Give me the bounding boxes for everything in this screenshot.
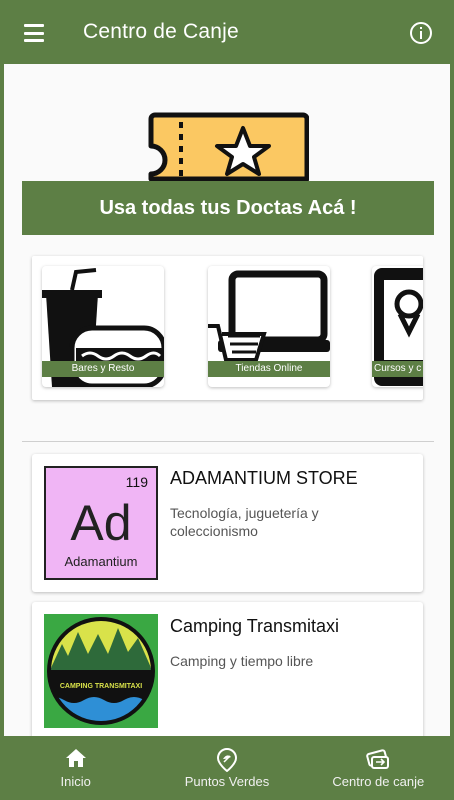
category-bares-resto[interactable]: Bares y Resto (42, 266, 164, 387)
store-description: Tecnología, juguetería y coleccionismo (170, 505, 319, 539)
page-title: Centro de Canje (83, 20, 239, 43)
exchange-icon (366, 749, 390, 769)
app-bar: Centro de Canje (0, 0, 454, 64)
nav-puntos-verdes[interactable]: Puntos Verdes (151, 736, 302, 800)
map-pin-icon (216, 748, 237, 772)
bottom-navigation: Inicio Puntos Verdes Centro de canje (0, 736, 454, 800)
nav-inicio[interactable]: Inicio (0, 736, 151, 800)
logo-text: CAMPING TRANSMITAXI (60, 683, 142, 690)
ticket-star-icon (148, 112, 309, 182)
category-label: Tiendas Online (208, 361, 330, 377)
hero-section: Usa todas tus Doctas Acá ! (4, 64, 450, 249)
categories-carousel[interactable]: Bares y Resto Tiendas Online Cursos y c (32, 256, 423, 400)
store-name: ADAMANTIUM STORE (170, 468, 358, 488)
menu-icon[interactable] (14, 20, 54, 46)
category-tiendas-online[interactable]: Tiendas Online (208, 266, 330, 387)
logo-number: 119 (125, 474, 148, 490)
hero-banner: Usa todas tus Doctas Acá ! (22, 181, 434, 235)
store-card-adamantium[interactable]: 119 Ad Adamantium ADAMANTIUM STORE Tecno… (32, 454, 423, 592)
nav-label: Centro de canje (332, 774, 425, 789)
store-logo: CAMPING TRANSMITAXI (44, 614, 158, 728)
nav-label: Inicio (60, 774, 91, 789)
info-icon[interactable] (409, 21, 433, 45)
store-card-camping[interactable]: CAMPING TRANSMITAXI Camping Transmitaxi … (32, 602, 423, 736)
nav-label: Puntos Verdes (184, 774, 270, 789)
nav-centro-canje[interactable]: Centro de canje (303, 736, 454, 800)
category-cursos[interactable]: Cursos y c (372, 266, 423, 387)
content-area: Usa todas tus Doctas Acá ! Bares y Resto (4, 64, 450, 736)
store-name: Camping Transmitaxi (170, 616, 340, 636)
divider (22, 441, 434, 442)
store-description: Camping y tiempo libre (170, 653, 314, 669)
store-logo: 119 Ad Adamantium (44, 466, 158, 580)
category-label: Bares y Resto (42, 361, 164, 377)
category-label: Cursos y c (372, 361, 423, 377)
home-icon (65, 749, 86, 767)
logo-symbol: Ad (70, 495, 132, 551)
logo-element-name: Adamantium (64, 554, 138, 569)
